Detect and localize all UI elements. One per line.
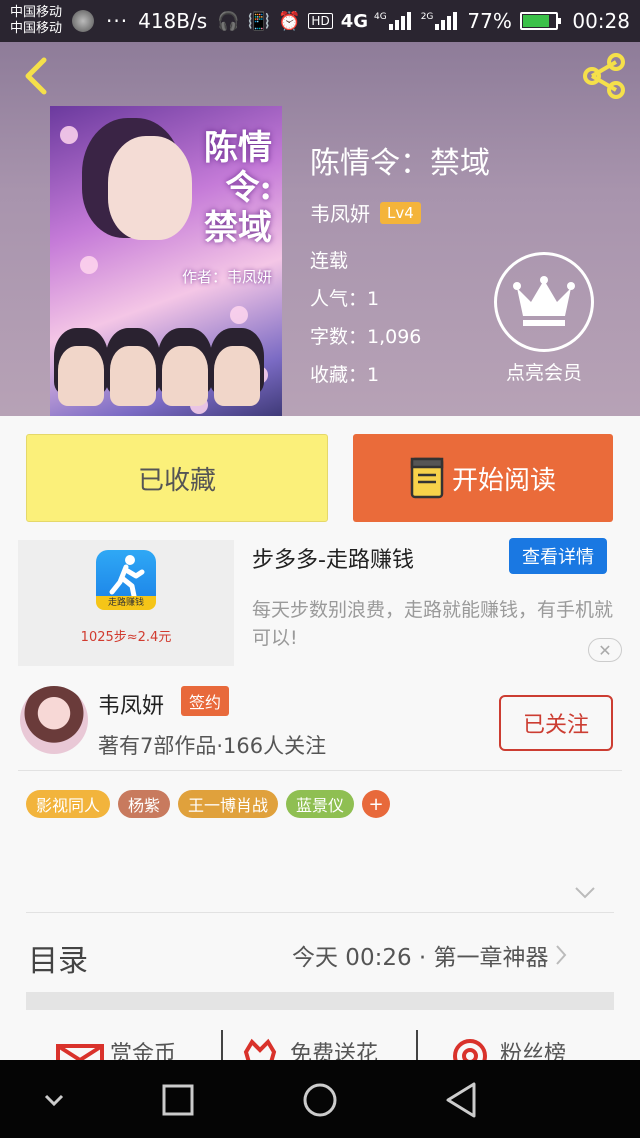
follow-button[interactable]: 已关注 bbox=[499, 695, 613, 751]
battery-percentage: 77% bbox=[467, 9, 512, 33]
ad-title[interactable]: 步多多-走路赚钱 bbox=[252, 542, 414, 574]
book-title: 陈情令：禁域 bbox=[310, 146, 490, 181]
book-author-row: 韦凤妍 Lv4 bbox=[310, 198, 421, 227]
book-header: 陈情 令: 禁域 作者：韦凤妍 陈情令：禁域 韦凤妍 Lv4 连载 人气：1 字… bbox=[0, 42, 640, 416]
vip-label: 点亮会员 bbox=[505, 362, 582, 384]
follow-label: 已关注 bbox=[522, 713, 589, 738]
cover-title: 陈情 令: 禁域 bbox=[204, 128, 272, 248]
ad-app-tag: 走路赚钱 bbox=[96, 596, 156, 610]
fans-label: 粉丝榜 bbox=[500, 1042, 567, 1060]
reward-label: 赏金币 bbox=[110, 1042, 177, 1060]
cover-figures bbox=[58, 346, 260, 406]
start-reading-label: 开始阅读 bbox=[451, 465, 556, 496]
book-popularity: 人气：1 bbox=[310, 288, 380, 310]
home-icon[interactable] bbox=[300, 1080, 340, 1120]
flowers-label: 免费送花 bbox=[290, 1042, 379, 1060]
bottom-actions: 赏金币 免费送花 粉丝榜 bbox=[0, 1016, 640, 1060]
hd-icon: HD bbox=[308, 13, 333, 29]
network-speed: 418B/s bbox=[138, 9, 208, 33]
signal-2g-icon: 2G bbox=[421, 12, 458, 30]
tag-item[interactable]: 王一博肖战 bbox=[178, 790, 279, 818]
book-author[interactable]: 韦凤妍 bbox=[310, 198, 370, 227]
collected-button[interactable]: 已收藏 bbox=[26, 434, 328, 522]
battery-icon bbox=[519, 12, 561, 30]
divider bbox=[416, 1030, 418, 1060]
reward-coins-button[interactable]: 赏金币 bbox=[56, 1032, 176, 1060]
ad-image[interactable]: 走路赚钱 1025步≈2.4元 bbox=[18, 540, 234, 666]
recent-apps-icon[interactable] bbox=[158, 1080, 198, 1120]
divider bbox=[26, 912, 614, 913]
network-4g-label: 4G bbox=[340, 10, 368, 32]
carrier-2: 中国移动 bbox=[10, 21, 63, 36]
book-cover[interactable]: 陈情 令: 禁域 作者：韦凤妍 bbox=[50, 106, 282, 416]
ad-close-icon[interactable]: ✕ bbox=[588, 638, 622, 662]
clock: 00:28 bbox=[572, 9, 630, 33]
author-stats: 著有7部作品·166人关注 bbox=[98, 734, 327, 758]
free-flowers-button[interactable]: 免费送花 bbox=[240, 1032, 378, 1060]
ad-detail-label: 查看详情 bbox=[522, 547, 594, 568]
author-avatar[interactable] bbox=[20, 686, 88, 754]
book-favorites: 收藏：1 bbox=[310, 364, 380, 386]
divider bbox=[18, 770, 622, 771]
start-reading-button[interactable]: 开始阅读 bbox=[353, 434, 613, 522]
book-word-count: 字数：1,096 bbox=[310, 326, 422, 348]
toc-title[interactable]: 目录 bbox=[28, 936, 88, 980]
cover-portrait bbox=[108, 136, 192, 240]
cover-author: 作者：韦凤妍 bbox=[181, 268, 272, 286]
back-nav-icon[interactable] bbox=[442, 1080, 482, 1120]
book-icon bbox=[410, 457, 444, 499]
vip-button[interactable]: 点亮会员 bbox=[492, 252, 596, 385]
more-notifications-icon: ··· bbox=[106, 9, 129, 33]
tag-list: 影视同人 杨紫 王一博肖战 蓝景仪 + bbox=[26, 790, 391, 818]
envelope-icon bbox=[56, 1044, 104, 1060]
fans-ranking-button[interactable]: 粉丝榜 bbox=[450, 1032, 566, 1060]
status-bar: 中国移动 中国移动 ··· 418B/s 🎧 📳 ⏰ HD 4G 4G 2G 7… bbox=[0, 0, 640, 42]
add-tag-button[interactable]: + bbox=[362, 790, 391, 818]
carrier-1: 中国移动 bbox=[10, 5, 63, 20]
target-icon bbox=[453, 1039, 487, 1060]
divider bbox=[221, 1030, 223, 1060]
signal-4g-icon: 4G bbox=[374, 12, 411, 30]
vibrate-icon: 📳 bbox=[247, 10, 270, 32]
ad-image-caption: 1025步≈2.4元 bbox=[80, 630, 172, 645]
flower-icon bbox=[243, 1038, 277, 1060]
alarm-icon: ⏰ bbox=[278, 10, 301, 32]
network-2g-label: 2G bbox=[420, 12, 434, 22]
crown-icon bbox=[494, 252, 594, 352]
signed-badge: 签约 bbox=[181, 686, 230, 716]
back-icon[interactable] bbox=[18, 56, 58, 96]
chevron-down-icon[interactable] bbox=[574, 886, 596, 900]
author-card-name[interactable]: 韦凤妍 bbox=[98, 688, 164, 720]
chevron-right-icon bbox=[555, 945, 566, 965]
collected-label: 已收藏 bbox=[137, 465, 216, 496]
ad-detail-button[interactable]: 查看详情 bbox=[509, 538, 607, 574]
section-separator bbox=[26, 992, 614, 1010]
tag-item[interactable]: 杨紫 bbox=[118, 790, 171, 818]
book-detail-content: 已收藏 开始阅读 走路赚钱 1025步≈2.4元 步多多-走路赚钱 查看详情 每… bbox=[0, 416, 640, 1060]
ad-description: 每天步数别浪费，走路就能赚钱，有手机就可以! bbox=[252, 599, 614, 649]
tag-item[interactable]: 蓝景仪 bbox=[286, 790, 355, 818]
latest-chapter-label: 今天 00:26 · 第一章神器 bbox=[292, 945, 549, 971]
carrier-info: 中国移动 中国移动 bbox=[10, 5, 62, 37]
notification-avatar-icon bbox=[72, 10, 95, 32]
network-4g-small-label: 4G bbox=[374, 12, 387, 22]
level-badge: Lv4 bbox=[380, 201, 421, 224]
hide-nav-chevron-icon[interactable] bbox=[34, 1080, 74, 1120]
book-status: 连载 bbox=[310, 250, 349, 272]
system-nav-bar bbox=[0, 1060, 640, 1138]
headphones-icon: 🎧 bbox=[217, 10, 240, 32]
tag-item[interactable]: 影视同人 bbox=[26, 790, 111, 818]
toc-latest-chapter[interactable]: 今天 00:26 · 第一章神器 bbox=[292, 938, 567, 972]
share-icon[interactable] bbox=[580, 52, 628, 100]
